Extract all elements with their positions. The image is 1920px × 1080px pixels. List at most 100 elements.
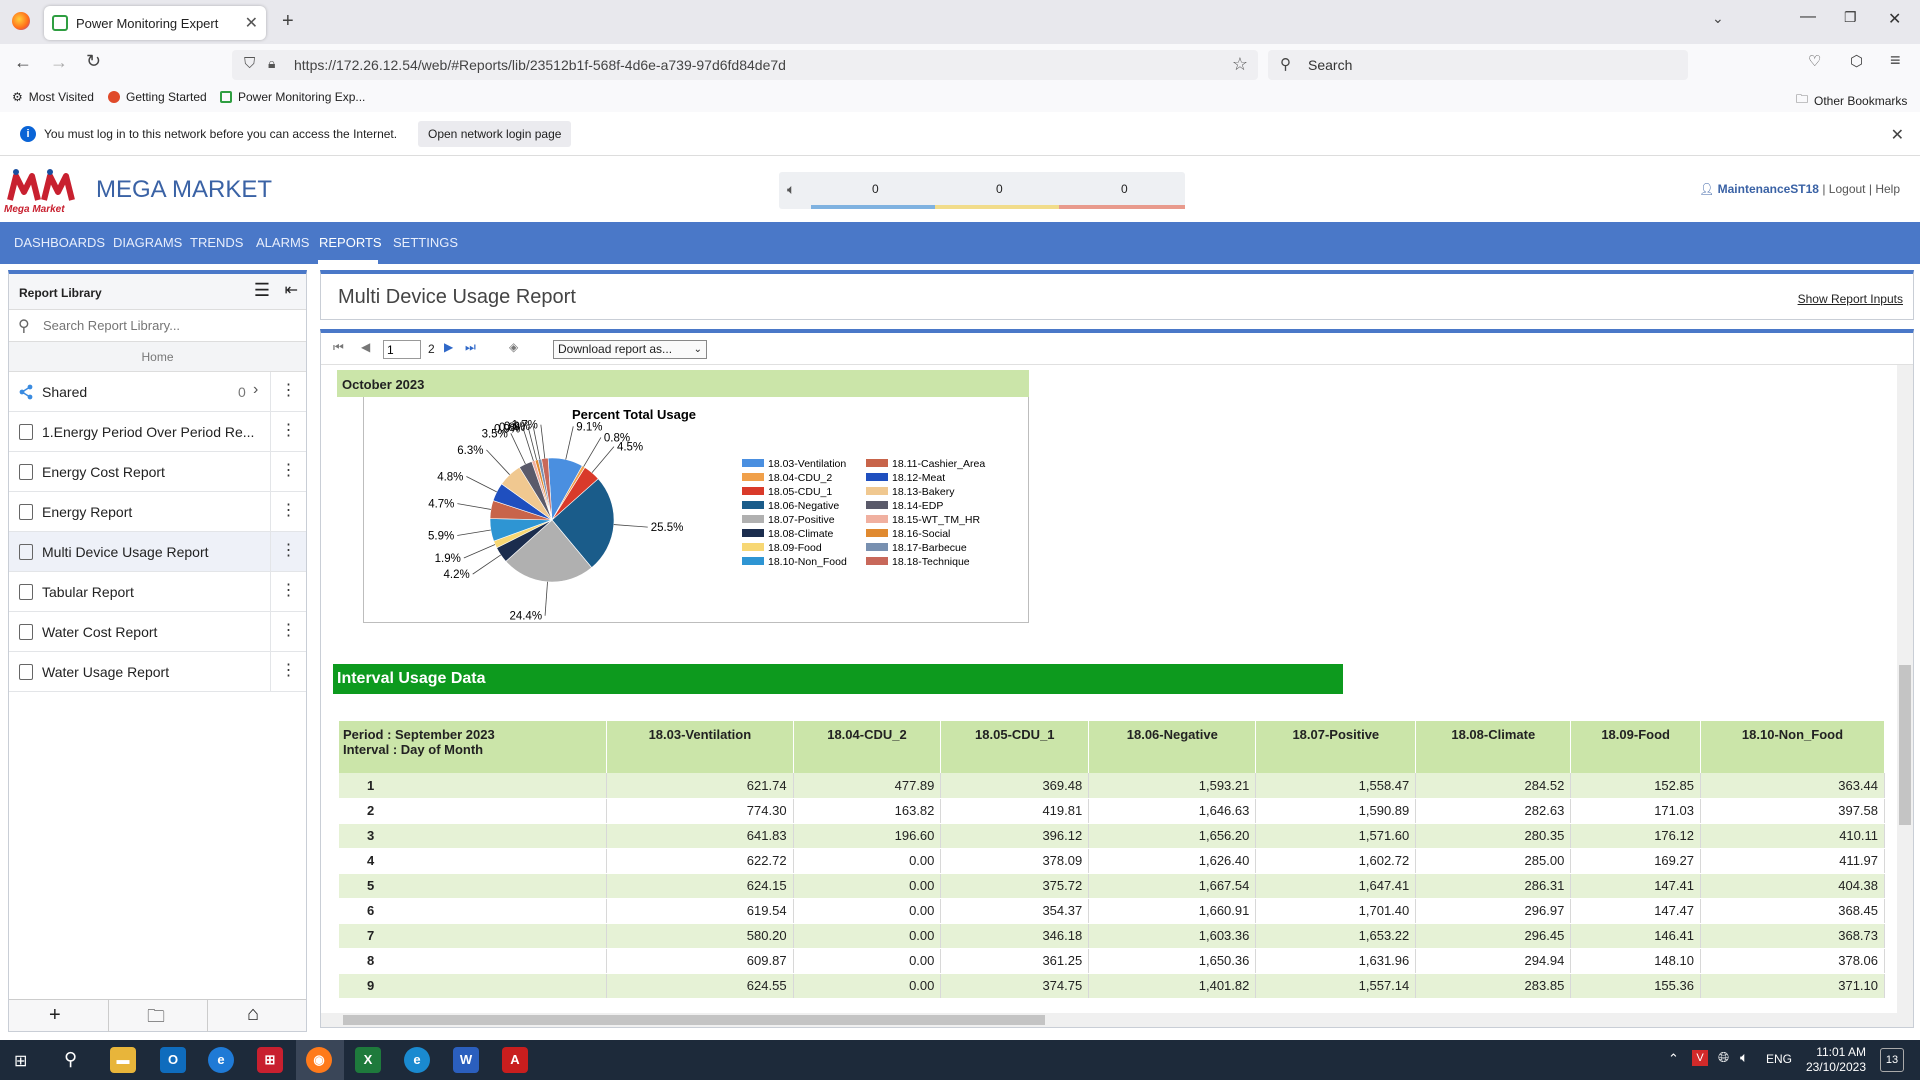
item-menu-icon[interactable]: ⋮ bbox=[270, 492, 306, 531]
usage-cell: 0.00 bbox=[793, 973, 942, 999]
nav-dashboards[interactable]: DASHBOARDS bbox=[14, 235, 105, 250]
legend-label: 18.12-Meat bbox=[892, 472, 945, 484]
username-link[interactable]: MaintenanceST18 bbox=[1718, 182, 1819, 196]
minimize-icon[interactable]: — bbox=[1800, 8, 1816, 26]
last-page-icon[interactable]: ⏭ bbox=[465, 340, 476, 355]
bookmark-getting-started[interactable]: Getting Started bbox=[108, 90, 207, 104]
speaker-icon[interactable]: 🔈︎ bbox=[787, 181, 795, 198]
bookmark-star-icon[interactable]: ☆ bbox=[1232, 54, 1248, 75]
horizontal-scrollbar[interactable] bbox=[321, 1013, 1897, 1027]
word-icon[interactable]: W bbox=[453, 1047, 479, 1073]
nav-alarms[interactable]: ALARMS bbox=[256, 235, 309, 250]
system-clock[interactable]: 11:01 AM 23/10/2023 bbox=[1806, 1045, 1866, 1075]
vertical-scroll-thumb[interactable] bbox=[1899, 665, 1911, 825]
notifications-icon[interactable]: 13 bbox=[1880, 1048, 1904, 1072]
nav-trends[interactable]: TRENDS bbox=[190, 235, 243, 250]
sidebar-item-report[interactable]: Tabular Report ⋮ bbox=[9, 572, 306, 612]
usage-cell: 0.00 bbox=[793, 898, 942, 924]
forward-icon[interactable]: → bbox=[50, 52, 68, 73]
download-report-select[interactable]: Download report as... ⌄ bbox=[553, 340, 707, 359]
bookmark-most-visited[interactable]: ⚙ Most Visited bbox=[12, 90, 94, 104]
url-bar[interactable]: ⛉ 🔒︎ https://172.26.12.54/web/#Reports/l… bbox=[232, 50, 1258, 80]
tab-list-chevron-icon[interactable]: ⌄ bbox=[1712, 10, 1724, 27]
list-menu-icon[interactable]: ☰ bbox=[254, 280, 270, 301]
item-menu-icon[interactable]: ⋮ bbox=[270, 412, 306, 451]
home-icon[interactable]: ⌂ bbox=[247, 1003, 259, 1026]
item-menu-icon[interactable]: ⋮ bbox=[270, 452, 306, 491]
sidebar-item-report[interactable]: 1.Energy Period Over Period Re... ⋮ bbox=[9, 412, 306, 452]
sidebar-item-report[interactable]: Energy Cost Report ⋮ bbox=[9, 452, 306, 492]
browser-tab[interactable]: Power Monitoring Expert ✕ bbox=[44, 6, 266, 40]
item-menu-icon[interactable]: ⋮ bbox=[270, 572, 306, 611]
next-page-icon[interactable]: ▶ bbox=[444, 340, 453, 354]
usage-cell: 294.94 bbox=[1415, 948, 1572, 974]
close-notice-icon[interactable]: ✕ bbox=[1891, 125, 1904, 145]
edge-icon[interactable]: e bbox=[404, 1047, 430, 1073]
chevron-right-icon[interactable]: › bbox=[253, 381, 258, 399]
close-window-icon[interactable]: ✕ bbox=[1888, 9, 1901, 29]
sidebar-item-report[interactable]: Energy Report ⋮ bbox=[9, 492, 306, 532]
collapse-sidebar-icon[interactable]: ⇤ bbox=[285, 280, 298, 300]
bookmark-pme[interactable]: Power Monitoring Exp... bbox=[220, 90, 365, 104]
item-menu-icon[interactable]: ⋮ bbox=[270, 652, 306, 691]
sidebar-item-shared[interactable]: Shared 0 › ⋮ bbox=[9, 372, 306, 412]
slice-label: 1.7% bbox=[512, 420, 538, 432]
file-explorer-icon[interactable]: ▬ bbox=[110, 1047, 136, 1073]
sidebar-item-report[interactable]: Water Usage Report ⋮ bbox=[9, 652, 306, 692]
tray-chevron-up-icon[interactable]: ⌃ bbox=[1668, 1051, 1679, 1067]
sidebar-item-report[interactable]: Water Cost Report ⋮ bbox=[9, 612, 306, 652]
open-login-page-button[interactable]: Open network login page bbox=[418, 121, 572, 147]
logout-link[interactable]: Logout bbox=[1829, 182, 1866, 196]
item-menu-icon[interactable]: ⋮ bbox=[270, 532, 306, 571]
reload-icon[interactable]: ↻ bbox=[86, 51, 101, 72]
windows-start-icon[interactable]: ⊞ bbox=[14, 1051, 27, 1071]
page-number-input[interactable] bbox=[383, 340, 421, 359]
app-icon[interactable]: ⊞ bbox=[257, 1047, 283, 1073]
vertical-scrollbar[interactable] bbox=[1897, 365, 1913, 1027]
alarm-bar-red bbox=[1059, 205, 1185, 209]
breadcrumb-home[interactable]: Home bbox=[9, 342, 306, 372]
browser-search-bar[interactable]: ⚲ Search bbox=[1268, 50, 1688, 80]
firefox-icon[interactable]: ◉ bbox=[306, 1047, 332, 1073]
nav-settings[interactable]: SETTINGS bbox=[393, 235, 458, 250]
day-cell: 3 bbox=[339, 823, 608, 849]
nav-diagrams[interactable]: DIAGRAMS bbox=[113, 235, 182, 250]
search-icon[interactable]: ⚲ bbox=[64, 1049, 77, 1070]
item-menu-icon[interactable]: ⋮ bbox=[270, 612, 306, 651]
show-report-inputs-link[interactable]: Show Report Inputs bbox=[1798, 292, 1903, 306]
acrobat-icon[interactable]: A bbox=[502, 1047, 528, 1073]
close-tab-icon[interactable]: ✕ bbox=[245, 13, 258, 33]
outlook-icon[interactable]: O bbox=[160, 1047, 186, 1073]
alarm-summary[interactable]: 🔈︎ 0 0 0 bbox=[779, 172, 1185, 209]
tray-app-icon[interactable]: V bbox=[1692, 1050, 1708, 1066]
nav-reports[interactable]: REPORTS bbox=[319, 235, 382, 250]
usage-cell: 404.38 bbox=[1700, 873, 1886, 899]
report-doc-icon bbox=[19, 584, 33, 600]
shield-icon[interactable]: ⛉ bbox=[244, 55, 255, 72]
extensions-icon[interactable]: ⬡ bbox=[1850, 52, 1863, 70]
restore-icon[interactable]: ❐ bbox=[1844, 9, 1857, 26]
horizontal-scroll-thumb[interactable] bbox=[343, 1015, 1045, 1025]
network-icon[interactable]: 🌐︎ bbox=[1718, 1049, 1729, 1066]
volume-icon[interactable]: 🔈︎ bbox=[1740, 1049, 1748, 1066]
new-tab-icon[interactable]: + bbox=[282, 10, 294, 33]
firefox-menu-icon[interactable] bbox=[12, 12, 30, 30]
first-page-icon[interactable]: ⏮ bbox=[333, 340, 344, 355]
help-link[interactable]: Help bbox=[1875, 182, 1900, 196]
column-header: 18.09-Food bbox=[1570, 721, 1701, 773]
item-menu-icon[interactable]: ⋮ bbox=[270, 372, 306, 411]
bookmark-other[interactable]: 🗀︎ Other Bookmarks bbox=[1796, 90, 1907, 111]
prev-page-icon[interactable]: ◀ bbox=[361, 340, 370, 354]
back-to-parent-icon[interactable]: ◈ bbox=[509, 340, 518, 354]
language-indicator[interactable]: ENG bbox=[1766, 1052, 1792, 1066]
search-report-library-input[interactable] bbox=[43, 318, 283, 333]
overflow-menu-icon[interactable]: ≡ bbox=[1890, 50, 1901, 71]
edge-legacy-icon[interactable]: e bbox=[208, 1047, 234, 1073]
excel-icon[interactable]: X bbox=[355, 1047, 381, 1073]
sidebar-item-report-selected[interactable]: Multi Device Usage Report ⋮ bbox=[9, 532, 306, 572]
pocket-icon[interactable]: ♡ bbox=[1808, 52, 1821, 70]
back-icon[interactable]: ← bbox=[14, 52, 32, 73]
add-icon[interactable]: + bbox=[49, 1004, 61, 1027]
new-folder-icon[interactable]: 🗀︎ bbox=[147, 1004, 165, 1034]
lock-icon[interactable]: 🔒︎ bbox=[268, 55, 275, 72]
